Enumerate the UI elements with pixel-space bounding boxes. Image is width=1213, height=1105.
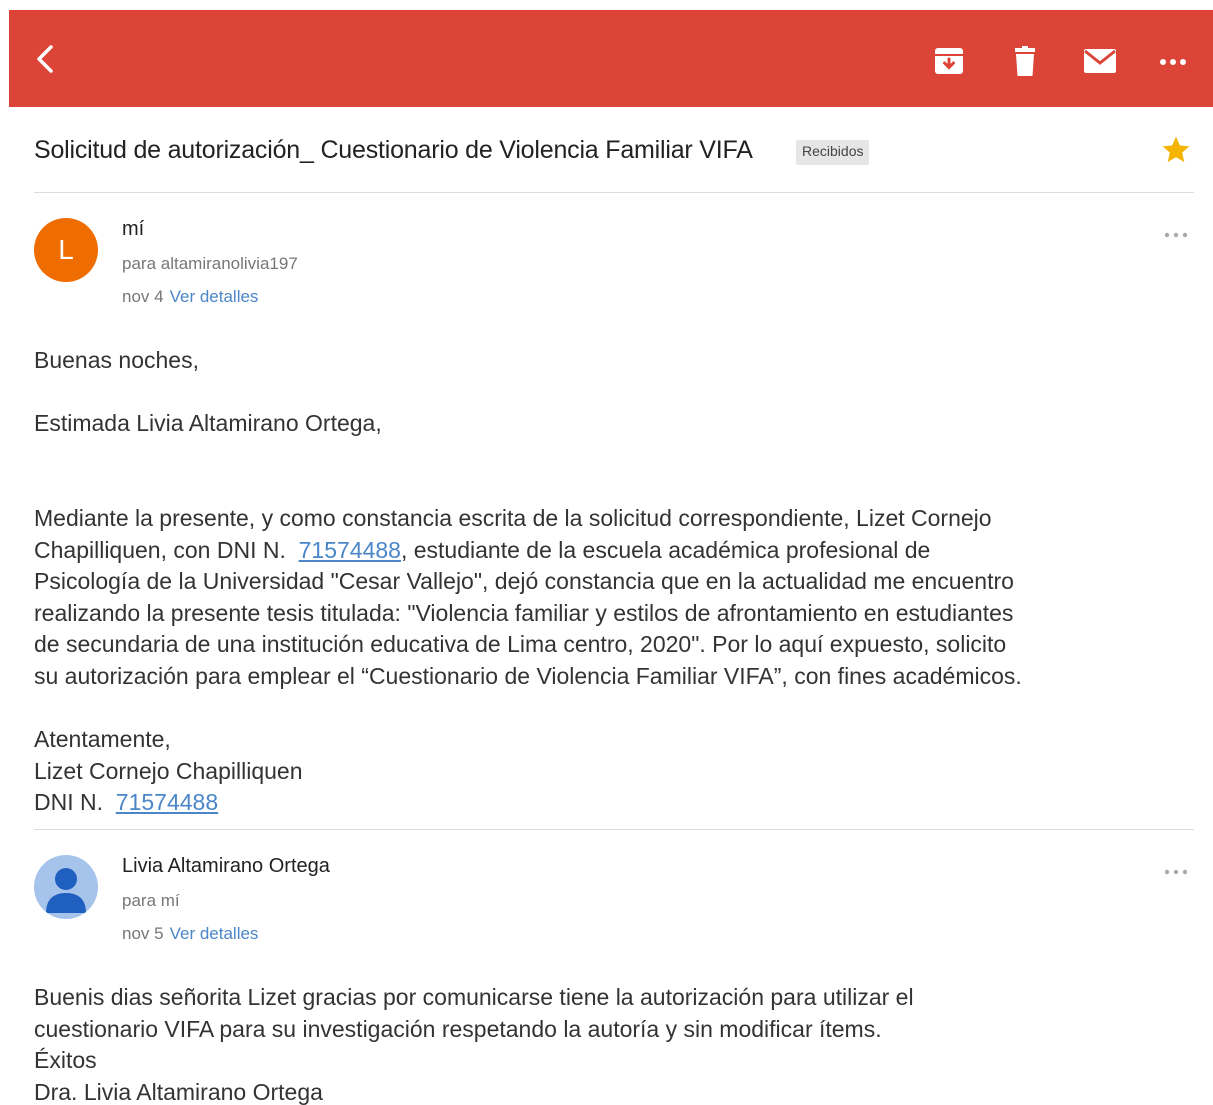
paragraph-text: Chapilliquen, con DNI N. bbox=[34, 536, 286, 563]
archive-icon[interactable] bbox=[933, 46, 965, 76]
view-details-link[interactable]: Ver detalles bbox=[170, 924, 259, 943]
inbox-label[interactable]: Recibidos bbox=[796, 140, 870, 165]
reply-line: cuestionario VIFA para su investigación … bbox=[34, 1015, 882, 1042]
closing-line: Atentamente, bbox=[34, 726, 171, 752]
reply-line: Dra. Livia Altamirano Ortega bbox=[34, 1078, 323, 1105]
recipient-line: para altamiranolivia197 bbox=[122, 254, 298, 273]
paragraph-line: de secundaria de una institución educati… bbox=[34, 631, 1007, 657]
reply-line: Éxitos bbox=[34, 1047, 97, 1073]
recipient-line: para mí bbox=[122, 891, 180, 910]
divider bbox=[34, 829, 1194, 830]
dni-label: DNI N. bbox=[34, 789, 103, 815]
trash-icon[interactable] bbox=[1009, 46, 1041, 76]
signature-dni-line: DNI N. 71574488 bbox=[34, 787, 1204, 819]
star-icon[interactable] bbox=[1160, 134, 1192, 166]
message-paragraph: Mediante la presente, y como constancia … bbox=[34, 503, 1204, 692]
paragraph-line: Mediante la presente, y como constancia … bbox=[34, 505, 992, 531]
paragraph-line: realizando la presente tesis titulada: "… bbox=[34, 599, 1014, 626]
view-details-link[interactable]: Ver detalles bbox=[170, 287, 259, 306]
signature-name: Lizet Cornejo Chapilliquen bbox=[34, 757, 303, 784]
divider bbox=[34, 192, 1194, 193]
message-more-icon[interactable] bbox=[1162, 228, 1190, 242]
message-signature: Atentamente, Lizet Cornejo Chapilliquen … bbox=[34, 724, 1204, 819]
dni-link[interactable]: 71574488 bbox=[116, 789, 218, 815]
reply-line: Buenis dias señorita Lizet gracias por c… bbox=[34, 984, 914, 1010]
more-icon[interactable] bbox=[1157, 46, 1189, 76]
reply-body: Buenis dias señorita Lizet gracias por c… bbox=[34, 982, 1204, 1105]
top-toolbar bbox=[9, 10, 1213, 107]
paragraph-line: Psicología de la Universidad "Cesar Vall… bbox=[34, 568, 1014, 594]
paragraph-line: Chapilliquen, con DNI N. 71574488, estud… bbox=[34, 535, 1204, 567]
message-date-line: nov 5 Ver detalles bbox=[122, 924, 258, 944]
paragraph-line: su autorización para emplear el “Cuestio… bbox=[34, 662, 1022, 689]
avatar bbox=[34, 855, 98, 919]
sender-name: mí bbox=[122, 218, 145, 240]
email-subject: Solicitud de autorización_ Cuestionario … bbox=[34, 136, 753, 164]
message-salutation: Estimada Livia Altamirano Ortega, bbox=[34, 410, 382, 436]
message-date: nov 4 bbox=[122, 287, 164, 306]
message-header[interactable]: L mí para altamiranolivia197 nov 4 Ver de… bbox=[34, 218, 1194, 318]
message-more-icon[interactable] bbox=[1162, 865, 1190, 879]
sender-name: Livia Altamirano Ortega bbox=[122, 855, 330, 877]
person-icon bbox=[46, 868, 86, 913]
back-arrow-icon[interactable] bbox=[31, 44, 61, 74]
message-greeting: Buenas noches, bbox=[34, 347, 199, 373]
message-date: nov 5 bbox=[122, 924, 164, 943]
dni-link[interactable]: 71574488 bbox=[299, 537, 401, 563]
mail-icon[interactable] bbox=[1083, 46, 1116, 76]
message-date-line: nov 4 Ver detalles bbox=[122, 287, 258, 307]
subject-row: Solicitud de autorización_ Cuestionario … bbox=[34, 128, 1194, 178]
avatar: L bbox=[34, 218, 98, 282]
message-header[interactable]: Livia Altamirano Ortega para mí nov 5 Ver… bbox=[34, 855, 1194, 955]
paragraph-text: , estudiante de la escuela académica pro… bbox=[400, 536, 931, 563]
